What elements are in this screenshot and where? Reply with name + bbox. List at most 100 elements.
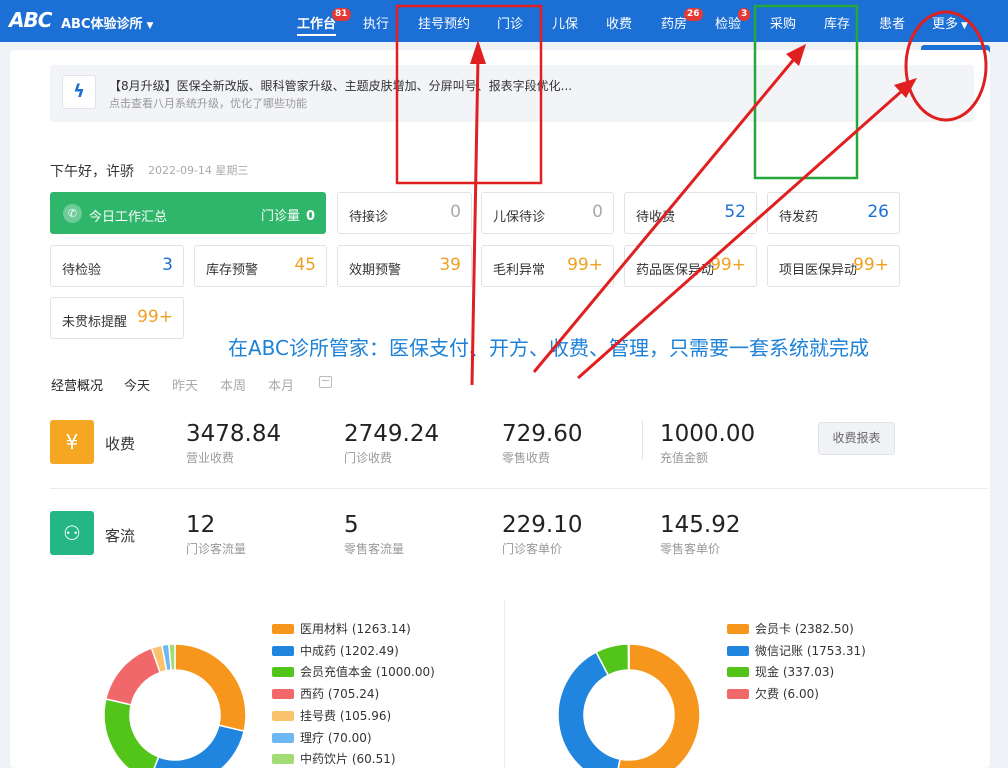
chevron-down-icon: ▼ — [961, 21, 968, 31]
card-pending-charge[interactable]: 待收费 52 — [624, 192, 757, 234]
nav-purchase[interactable]: 采购 — [770, 13, 796, 32]
card-value: 0 — [450, 202, 461, 222]
revenue-sublabel: 营业收费 — [186, 451, 235, 465]
nav-child-care[interactable]: 儿保 — [552, 13, 578, 32]
card-margin-abnormal[interactable]: 毛利异常 99+ — [481, 245, 614, 287]
donut-slice[interactable] — [104, 647, 162, 706]
nav-patients[interactable]: 患者 — [879, 13, 905, 32]
notice-logo-icon: ϟ — [62, 75, 96, 109]
donut-slice[interactable] — [103, 698, 160, 768]
outpatient-count: 门诊量 0 — [261, 205, 315, 224]
card-label: 待接诊 — [349, 210, 389, 225]
card-pending-consult[interactable]: 待接诊 0 — [337, 192, 472, 234]
donut-slice[interactable] — [627, 643, 630, 671]
legend-label: 会员充值本金 (1000.00) — [300, 665, 435, 680]
legend-item[interactable]: 微信记账 (1753.31) — [727, 642, 866, 659]
revenue-category-donut — [103, 643, 247, 768]
traffic-sublabel: 门诊客流量 — [186, 542, 247, 556]
legend-item[interactable]: 理疗 (70.00) — [272, 729, 372, 746]
revenue-sublabel: 门诊收费 — [344, 451, 393, 465]
traffic-value: 5 — [344, 512, 359, 538]
legend-label: 现金 (337.03) — [755, 665, 835, 680]
card-label: 效期预警 — [349, 263, 402, 278]
legend-swatch — [272, 710, 294, 721]
greeting-date: 2022-09-14 星期三 — [148, 164, 249, 177]
outpatient-count-label: 门诊量 — [260, 209, 300, 224]
card-value: 0 — [592, 202, 603, 222]
tab-this-month[interactable]: 本月 — [268, 375, 294, 394]
card-child-pending[interactable]: 儿保待诊 0 — [481, 192, 614, 234]
traffic-sublabel: 门诊客单价 — [502, 542, 563, 556]
chevron-down-icon: ▼ — [146, 21, 154, 31]
legend-item[interactable]: 会员卡 (2382.50) — [727, 620, 854, 637]
promo-overlay-text: 在ABC诊所管家：医保支付、开方、收费、管理，只需要一套系统就完成 — [228, 336, 870, 360]
legend-item[interactable]: 欠费 (6.00) — [727, 685, 819, 702]
card-label: 待检验 — [62, 263, 102, 278]
card-standard-reminder[interactable]: 未贯标提醒 99+ — [50, 297, 184, 339]
legend-item[interactable]: 医用材料 (1263.14) — [272, 620, 411, 637]
nav-inventory[interactable]: 库存 — [824, 13, 850, 32]
legend-item[interactable]: 现金 (337.03) — [727, 663, 834, 680]
nav-charge[interactable]: 收费 — [606, 13, 632, 32]
legend-label: 理疗 (70.00) — [300, 730, 372, 745]
donut-slice[interactable] — [174, 643, 247, 733]
card-item-insurance-change[interactable]: 项目医保异动 99+ — [767, 245, 900, 287]
nav-workbench-badge: 81 — [332, 8, 351, 21]
legend-label: 微信记账 (1753.31) — [755, 643, 866, 658]
donut-slice[interactable] — [149, 724, 246, 768]
legend-item[interactable]: 西药 (705.24) — [272, 685, 379, 702]
legend-item[interactable]: 中药饮片 (60.51) — [272, 750, 396, 767]
tab-yesterday[interactable]: 昨天 — [172, 375, 198, 394]
card-value: 39 — [439, 255, 461, 275]
nav-execute[interactable]: 执行 — [363, 13, 389, 32]
card-stock-warning[interactable]: 库存预警 45 — [194, 245, 327, 287]
clinic-switcher[interactable]: ABC体验诊所 ▼ — [61, 13, 153, 32]
card-label: 儿保待诊 — [493, 210, 546, 225]
revenue-label: 收费 — [105, 435, 136, 453]
nav-more[interactable]: 更多 ▼ — [932, 13, 968, 32]
nav-lab-badge: 3 — [738, 8, 751, 21]
card-expiry-warning[interactable]: 效期预警 39 — [337, 245, 472, 287]
card-value: 45 — [294, 255, 316, 275]
card-label: 药品医保异动 — [636, 263, 715, 278]
calendar-icon[interactable] — [319, 376, 332, 388]
clinic-name: ABC体验诊所 — [61, 17, 143, 32]
divider — [50, 488, 988, 489]
legend-swatch — [272, 754, 294, 765]
nav-registration[interactable]: 挂号预约 — [418, 13, 470, 32]
today-summary-card[interactable]: ✆ 今日工作汇总 门诊量 0 — [50, 192, 326, 234]
card-value: 99+ — [567, 255, 603, 275]
card-label: 项目医保异动 — [779, 263, 858, 278]
nav-workbench[interactable]: 工作台 — [297, 13, 337, 36]
phone-icon: ✆ — [63, 204, 82, 223]
top-nav-bar: ABC ABC体验诊所 ▼ 工作台 81 执行 挂号预约 门诊 儿保 收费 药房 … — [0, 0, 1008, 42]
card-pending-lab[interactable]: 待检验 3 — [50, 245, 184, 287]
nav-pharmacy-badge: 26 — [684, 8, 703, 21]
payment-method-donut — [557, 643, 701, 768]
card-pending-dispense[interactable]: 待发药 26 — [767, 192, 900, 234]
legend-swatch — [272, 624, 294, 634]
card-drug-insurance-change[interactable]: 药品医保异动 99+ — [624, 245, 757, 287]
upgrade-notice[interactable]: ϟ 【8月升级】医保全新改版、眼科管家升级、主题皮肤增加、分屏叫号、报表字段优化… — [50, 65, 974, 122]
traffic-value: 229.10 — [502, 512, 583, 538]
legend-item[interactable]: 挂号费 (105.96) — [272, 707, 391, 724]
legend-label: 欠费 (6.00) — [755, 687, 819, 702]
nav-pharmacy[interactable]: 药房 — [661, 13, 687, 32]
card-label: 待收费 — [636, 210, 676, 225]
app-logo[interactable]: ABC — [9, 8, 52, 32]
tab-this-week[interactable]: 本周 — [220, 375, 246, 394]
tab-today[interactable]: 今天 — [124, 375, 150, 394]
legend-label: 挂号费 (105.96) — [300, 708, 392, 723]
traffic-value: 12 — [186, 512, 216, 538]
legend-item[interactable]: 中成药 (1202.49) — [272, 642, 399, 659]
legend-item[interactable]: 会员充值本金 (1000.00) — [272, 663, 435, 680]
nav-outpatient[interactable]: 门诊 — [497, 13, 523, 32]
revenue-value: 2749.24 — [344, 421, 440, 447]
charge-report-button[interactable]: 收费报表 — [818, 422, 895, 455]
legend-swatch — [272, 667, 294, 678]
legend-swatch — [727, 624, 749, 634]
card-value: 3 — [162, 255, 173, 275]
card-value: 52 — [724, 202, 746, 222]
revenue-sublabel: 零售收费 — [502, 451, 551, 465]
outpatient-count-value: 0 — [305, 209, 315, 224]
